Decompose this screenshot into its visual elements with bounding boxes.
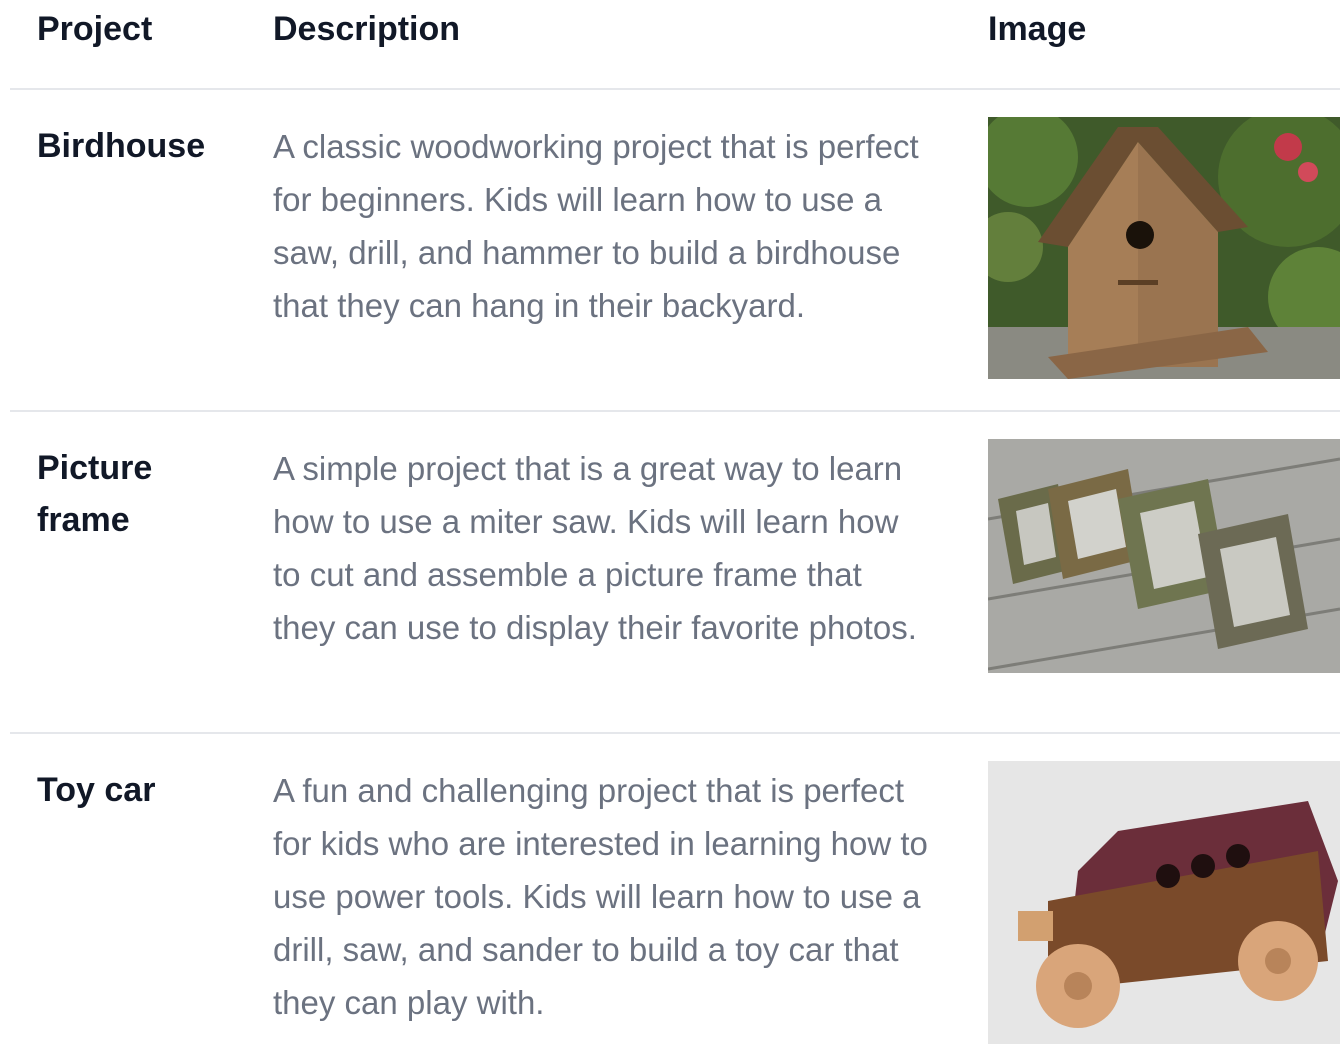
project-description: A simple project that is a great way to … [273, 450, 917, 646]
table-row: Picture frame A simple project that is a… [10, 412, 1340, 734]
projects-table: Project Description Image Birdhouse A cl… [10, 0, 1340, 1044]
birdhouse-image [988, 117, 1340, 379]
picture-frame-image [988, 439, 1340, 673]
project-name: Birdhouse [37, 127, 206, 165]
project-description: A classic woodworking project that is pe… [273, 128, 919, 324]
project-description: A fun and challenging project that is pe… [273, 772, 928, 1021]
table-row: Birdhouse A classic woodworking project … [10, 90, 1340, 412]
header-image: Image [988, 10, 1087, 48]
toy-car-image [988, 761, 1340, 1044]
header-description: Description [273, 10, 461, 48]
table-header: Project Description Image [10, 0, 1340, 90]
table-row: Toy car A fun and challenging project th… [10, 734, 1340, 1044]
project-name: Toy car [37, 771, 156, 809]
project-name: Picture frame [37, 449, 153, 539]
header-project: Project [37, 10, 153, 48]
